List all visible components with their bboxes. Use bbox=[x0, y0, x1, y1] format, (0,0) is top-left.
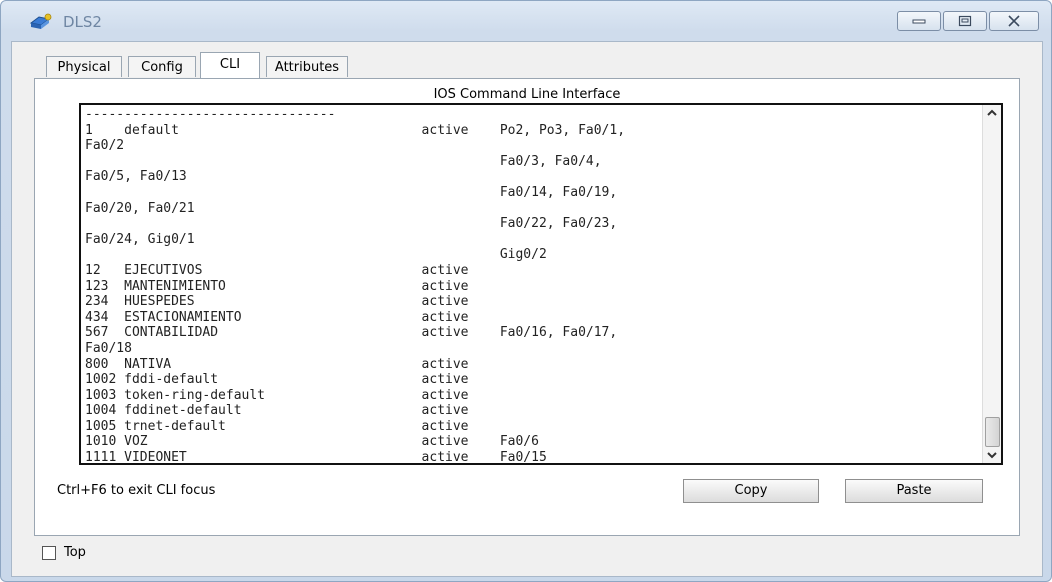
cli-panel: IOS Command Line Interface -------------… bbox=[34, 78, 1020, 536]
copy-button[interactable]: Copy bbox=[683, 479, 819, 503]
window-title: DLS2 bbox=[63, 13, 102, 31]
maximize-icon bbox=[958, 15, 972, 27]
cli-scrollbar[interactable] bbox=[982, 105, 1001, 463]
tab-physical[interactable]: Physical bbox=[46, 56, 122, 77]
maximize-button[interactable] bbox=[943, 11, 987, 31]
tab-cli[interactable]: CLI bbox=[200, 52, 260, 78]
minimize-button[interactable] bbox=[897, 11, 941, 31]
close-icon bbox=[1008, 15, 1020, 27]
device-window: DLS2 Physical Config CLI Attributes IOS … bbox=[0, 0, 1052, 582]
packet-tracer-switch-icon bbox=[29, 13, 53, 31]
cli-panel-title: IOS Command Line Interface bbox=[433, 87, 621, 102]
top-checkbox[interactable] bbox=[42, 546, 56, 560]
exit-cli-focus-hint: Ctrl+F6 to exit CLI focus bbox=[57, 483, 216, 498]
scroll-down-button[interactable] bbox=[983, 447, 1001, 463]
close-button[interactable] bbox=[989, 11, 1039, 31]
cli-output[interactable]: -------------------------------- 1 defau… bbox=[85, 107, 625, 463]
scroll-up-button[interactable] bbox=[983, 105, 1001, 121]
chevron-down-icon bbox=[987, 452, 997, 459]
minimize-icon bbox=[912, 19, 926, 24]
paste-button[interactable]: Paste bbox=[845, 479, 983, 503]
title-bar[interactable]: DLS2 bbox=[1, 1, 1051, 41]
cli-console[interactable]: -------------------------------- 1 defau… bbox=[79, 103, 1003, 465]
window-client-area: Physical Config CLI Attributes IOS Comma… bbox=[11, 41, 1043, 577]
scroll-thumb[interactable] bbox=[985, 417, 1000, 447]
tab-config[interactable]: Config bbox=[128, 56, 196, 77]
chevron-up-icon bbox=[987, 109, 997, 116]
top-checkbox-label: Top bbox=[64, 545, 86, 560]
tab-attributes[interactable]: Attributes bbox=[266, 56, 348, 77]
